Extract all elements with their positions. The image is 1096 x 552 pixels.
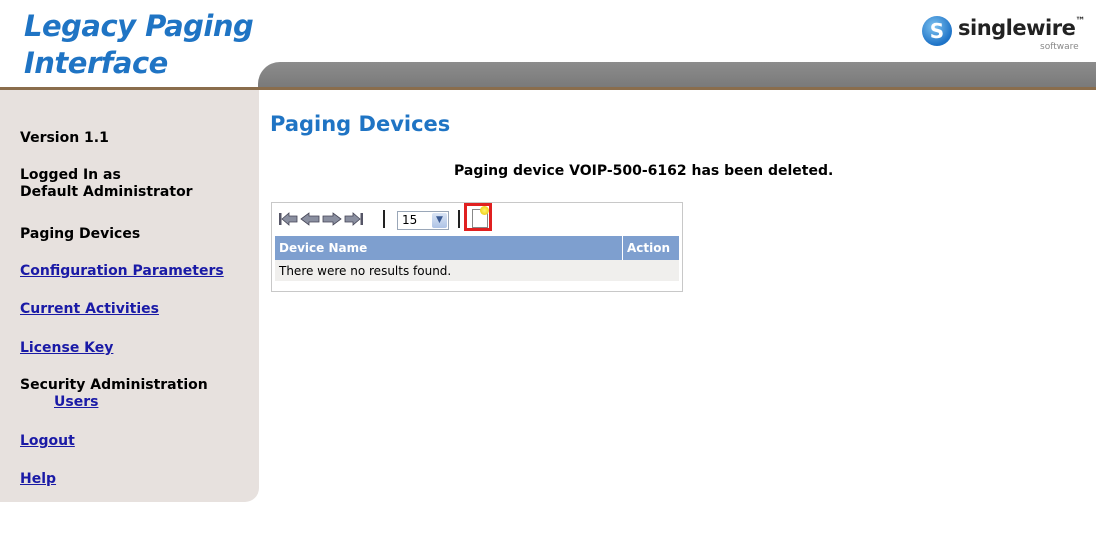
previous-page-icon[interactable]: [300, 211, 320, 227]
logged-in-user: Default Administrator: [20, 184, 193, 200]
sidebar-section-security-administration: Security Administration: [20, 377, 208, 393]
page-size-value: 15: [402, 213, 418, 227]
app-title-line2: Interface: [24, 46, 168, 80]
new-star-icon: [480, 206, 489, 215]
sidebar-item-logout[interactable]: Logout: [20, 433, 75, 450]
table-row: There were no results found.: [275, 260, 679, 281]
table-header-row: Device Name Action: [275, 236, 679, 260]
sidebar-item-configuration-parameters[interactable]: Configuration Parameters: [20, 263, 224, 280]
add-device-button[interactable]: [464, 203, 492, 231]
column-header-device-name[interactable]: Device Name: [275, 236, 623, 260]
empty-results-message: There were no results found.: [275, 260, 679, 281]
first-page-icon[interactable]: [278, 211, 298, 227]
sidebar-item-license-key[interactable]: License Key: [20, 340, 113, 357]
app-logo-title: Legacy Paging Interface: [24, 8, 254, 82]
paging-devices-grid: 15 ▼ Device Name Action There were no re…: [271, 202, 683, 292]
chevron-down-icon[interactable]: ▼: [432, 213, 447, 228]
app-title-line1: Legacy Paging: [24, 9, 254, 43]
header-bar: [258, 62, 1096, 87]
devices-table: Device Name Action There were no results…: [275, 236, 679, 281]
toolbar-separator: [458, 210, 460, 228]
sidebar-item-paging-devices: Paging Devices: [20, 226, 141, 242]
status-message: Paging device VOIP-500-6162 has been del…: [454, 163, 834, 179]
sidebar-item-current-activities[interactable]: Current Activities: [20, 301, 159, 318]
version-label: Version 1.1: [20, 130, 109, 146]
next-page-icon[interactable]: [322, 211, 342, 227]
last-page-icon[interactable]: [344, 211, 364, 227]
column-header-action[interactable]: Action: [622, 236, 679, 260]
grid-toolbar: 15 ▼: [276, 203, 676, 233]
toolbar-separator: [383, 210, 385, 228]
page-size-select[interactable]: 15 ▼: [397, 211, 449, 230]
singlewire-mark-icon: S: [922, 16, 952, 46]
brand-tm: ™: [1075, 16, 1085, 27]
sidebar: Version 1.1 Logged In as Default Adminis…: [0, 90, 259, 502]
sidebar-item-help[interactable]: Help: [20, 471, 56, 488]
page-title: Paging Devices: [270, 112, 451, 136]
brand-subtitle: software: [1040, 42, 1079, 52]
logged-in-label: Logged In as: [20, 167, 121, 183]
brand-name-text: singlewire: [958, 16, 1076, 40]
page-header: Legacy Paging Interface S singlewire™ so…: [0, 0, 1096, 92]
brand-name: singlewire™: [958, 16, 1085, 40]
sidebar-item-users[interactable]: Users: [54, 394, 98, 410]
